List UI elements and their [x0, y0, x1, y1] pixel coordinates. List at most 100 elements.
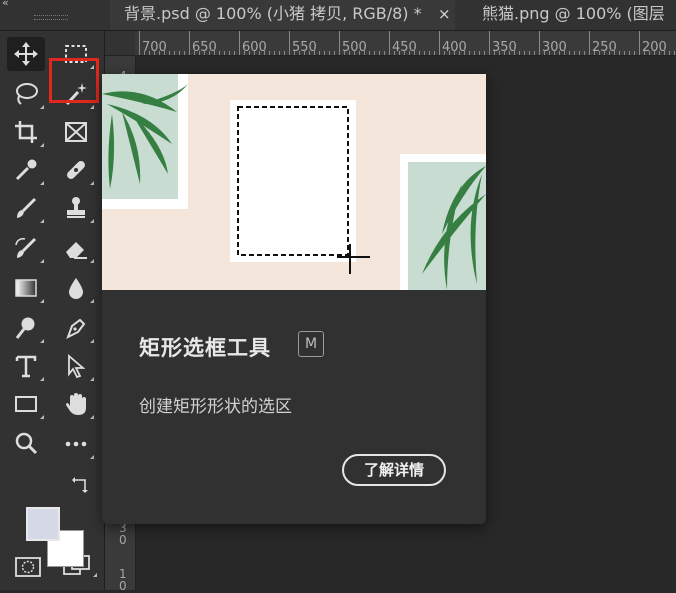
ruler-tick — [444, 51, 445, 55]
ruler-tick — [654, 51, 655, 55]
clone-stamp-tool[interactable] — [57, 191, 95, 225]
ruler-tick — [174, 51, 175, 55]
ruler-tick — [209, 51, 210, 55]
zoom-tool[interactable] — [7, 427, 45, 461]
pen-tool[interactable] — [57, 311, 95, 345]
ruler-tick — [159, 51, 160, 55]
ruler-tick — [399, 51, 400, 55]
ruler-tick — [459, 51, 460, 55]
ruler-tick — [319, 51, 320, 55]
ruler-tick — [449, 51, 450, 55]
submenu-indicator — [40, 415, 44, 419]
eyedropper-tool[interactable] — [7, 153, 45, 187]
ruler-tick — [429, 51, 430, 55]
ruler-tick — [659, 51, 660, 55]
ruler-tick — [284, 51, 285, 55]
close-icon[interactable]: × — [438, 0, 451, 28]
ruler-tick — [664, 47, 665, 55]
history-brush-tool[interactable] — [7, 231, 45, 265]
tool-tooltip: 矩形选框工具 M 创建矩形形状的选区 了解详情 — [102, 74, 486, 524]
ruler-tick — [154, 51, 155, 55]
ruler-origin[interactable] — [105, 31, 135, 55]
ruler-tick — [299, 51, 300, 55]
ruler-tick — [234, 51, 235, 55]
ruler-tick — [574, 51, 575, 55]
ruler-tick — [239, 31, 240, 55]
learn-more-button[interactable]: 了解详情 — [342, 454, 446, 486]
gradient-tool[interactable] — [7, 271, 45, 305]
type-tool[interactable] — [7, 349, 45, 383]
swap-colors-icon[interactable] — [72, 475, 90, 493]
eraser-icon — [66, 242, 87, 259]
quick-mask-icon[interactable] — [14, 555, 42, 579]
tooltip-title: 矩形选框工具 — [139, 336, 271, 360]
frame-tool[interactable] — [57, 115, 95, 149]
ruler-tick — [484, 51, 485, 55]
ruler-tick — [514, 47, 515, 55]
path-selection-tool[interactable] — [57, 349, 95, 383]
ruler-tick — [479, 51, 480, 55]
ruler-tick — [544, 51, 545, 55]
foreground-color-swatch[interactable] — [26, 507, 60, 541]
ruler-tick — [464, 47, 465, 55]
tools-panel — [0, 31, 105, 590]
submenu-indicator — [40, 143, 44, 147]
document-tab-bar: « 背景.psd @ 100% (小猪 拷贝, RGB/8) * × 熊猫.pn… — [0, 0, 676, 31]
dodge-tool[interactable] — [7, 311, 45, 345]
ruler-tick — [189, 31, 190, 55]
zoom-icon — [15, 432, 38, 455]
ruler-tick — [564, 47, 565, 55]
ruler-tick — [624, 51, 625, 55]
eraser-tool[interactable] — [57, 231, 95, 265]
ruler-tick — [534, 51, 535, 55]
ruler-tick — [414, 47, 415, 55]
crop-tool[interactable] — [7, 115, 45, 149]
submenu-indicator — [90, 377, 94, 381]
tooltip-description: 创建矩形形状的选区 — [139, 397, 292, 417]
horizontal-ruler[interactable]: 700 650 600 550 500 450 400 350 300 250 200 — [105, 31, 676, 56]
ruler-tick — [569, 51, 570, 55]
brush-tool[interactable] — [7, 191, 45, 225]
submenu-indicator — [90, 455, 94, 459]
collapse-panels-icon[interactable]: « — [2, 0, 9, 9]
bandage-icon — [67, 161, 85, 179]
ruler-tick — [224, 51, 225, 55]
tab-document-2[interactable]: 熊猫.png @ 100% (图层 — [470, 0, 676, 30]
dodge-icon — [15, 317, 35, 339]
healing-brush-tool[interactable] — [57, 153, 95, 187]
ruler-label: 1 0 — [119, 567, 127, 593]
submenu-indicator — [90, 415, 94, 419]
ruler-tick — [424, 51, 425, 55]
rectangle-icon — [15, 396, 37, 412]
move-icon — [14, 42, 38, 66]
toolbar-grip[interactable] — [34, 15, 68, 20]
ruler-tick — [314, 47, 315, 55]
blur-tool[interactable] — [57, 271, 95, 305]
ruler-label: 3 0 — [119, 521, 127, 547]
lasso-tool[interactable] — [7, 77, 45, 111]
submenu-indicator — [93, 573, 97, 577]
submenu-indicator — [40, 181, 44, 185]
ruler-tick — [504, 51, 505, 55]
ruler-tick — [469, 51, 470, 55]
tab-label: 背景.psd @ 100% (小猪 拷贝, RGB/8) * — [124, 4, 422, 23]
ruler-tick — [674, 51, 675, 55]
rectangle-tool[interactable] — [7, 387, 45, 421]
ruler-tick — [374, 51, 375, 55]
ruler-tick — [339, 31, 340, 55]
ruler-tick — [509, 51, 510, 55]
ruler-tick — [474, 51, 475, 55]
hand-icon — [66, 393, 86, 415]
ruler-tick — [274, 51, 275, 55]
ruler-tick — [169, 51, 170, 55]
ruler-tick — [139, 31, 140, 55]
tab-document-1[interactable]: 背景.psd @ 100% (小猪 拷贝, RGB/8) * × — [110, 0, 455, 30]
move-tool[interactable] — [7, 37, 45, 71]
ruler-tick — [389, 31, 390, 55]
ruler-tick — [439, 31, 440, 55]
ruler-tick — [264, 47, 265, 55]
edit-toolbar[interactable] — [57, 427, 95, 461]
hand-tool[interactable] — [57, 387, 95, 421]
ruler-tick — [409, 51, 410, 55]
submenu-indicator — [40, 105, 44, 109]
